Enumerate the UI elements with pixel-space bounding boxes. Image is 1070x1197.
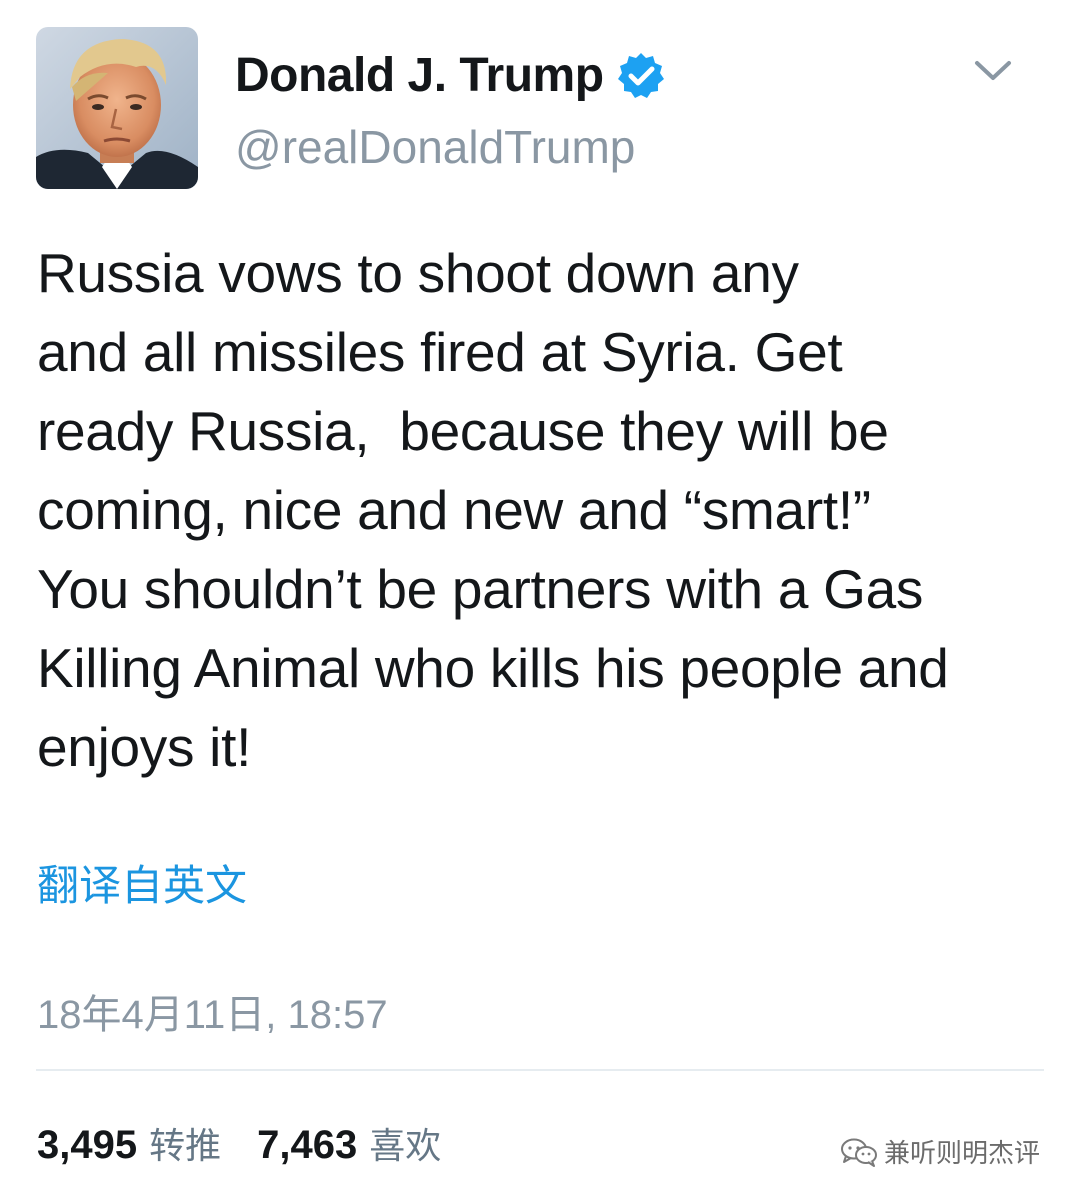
watermark: 兼听则明杰评 bbox=[840, 1133, 1040, 1170]
avatar-photo bbox=[36, 27, 198, 189]
likes-stat[interactable]: 7,463 喜欢 bbox=[257, 1117, 441, 1169]
tweet-line: enjoys it! bbox=[37, 716, 252, 778]
watermark-text: 兼听则明杰评 bbox=[884, 1139, 1041, 1169]
display-name[interactable]: Donald J. Trump bbox=[235, 48, 604, 103]
name-row: Donald J. Trump bbox=[235, 48, 666, 103]
likes-label: 喜欢 bbox=[369, 1125, 442, 1166]
profile-avatar[interactable] bbox=[36, 27, 198, 189]
tweet-line: Russia vows to shoot down any bbox=[37, 242, 799, 304]
tweet-line: You shouldn’t be partners with a Gas bbox=[37, 558, 924, 620]
user-handle[interactable]: @realDonaldTrump bbox=[235, 120, 635, 174]
retweets-count: 3,495 bbox=[37, 1123, 138, 1167]
likes-count: 7,463 bbox=[257, 1123, 358, 1167]
tweet-timestamp: 18年4月11日, 18:57 bbox=[37, 993, 388, 1037]
verified-badge-icon bbox=[617, 52, 664, 98]
tweet-text: Russia vows to shoot down any and all mi… bbox=[37, 234, 1047, 787]
tweet-line: coming, nice and new and “smart!” bbox=[37, 479, 871, 541]
tweet-stats: 3,495 转推 7,463 喜欢 bbox=[37, 1117, 441, 1169]
tweet-line: and all missiles fired at Syria. Get bbox=[37, 321, 843, 383]
retweets-label: 转推 bbox=[149, 1125, 222, 1166]
divider bbox=[36, 1069, 1044, 1071]
chevron-down-icon[interactable] bbox=[972, 56, 1014, 86]
translate-link[interactable]: 翻译自英文 bbox=[37, 852, 247, 913]
wechat-icon bbox=[841, 1138, 877, 1167]
tweet-line: Killing Animal who kills his people and bbox=[37, 637, 949, 699]
retweets-stat[interactable]: 3,495 转推 bbox=[37, 1117, 221, 1169]
tweet-line: ready Russia, because they will be bbox=[37, 400, 889, 462]
